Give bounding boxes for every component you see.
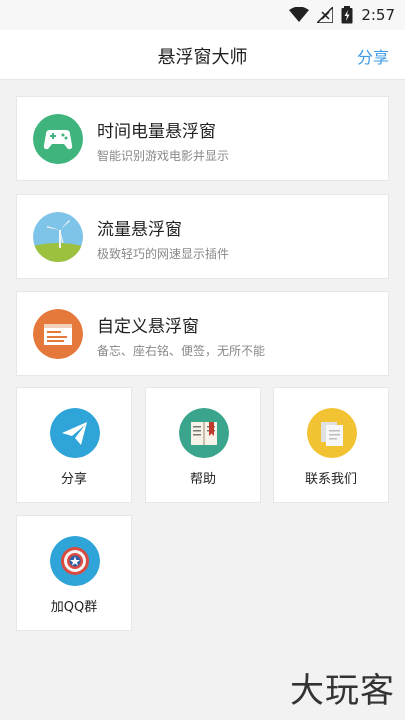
no-signal-icon	[317, 7, 334, 23]
feature-title: 自定义悬浮窗	[97, 317, 199, 337]
help-tile[interactable]: 帮助	[145, 387, 261, 503]
status-time: 2:57	[361, 6, 395, 24]
feature-card-time-battery[interactable]: 时间电量悬浮窗 智能识别游戏电影并显示	[16, 96, 389, 181]
status-bar: 2:57	[0, 0, 405, 30]
watermark: 大玩客	[290, 671, 395, 711]
feature-subtitle: 极致轻巧的网速显示插件	[97, 247, 230, 261]
paper-plane-icon	[50, 408, 100, 458]
tile-label: 分享	[60, 472, 87, 487]
share-link[interactable]: 分享	[357, 44, 389, 68]
wifi-icon	[289, 7, 310, 23]
tile-label: 帮助	[189, 472, 216, 487]
app-bar: 悬浮窗大师 分享	[0, 30, 405, 80]
windmill-icon	[33, 212, 83, 262]
contact-tile[interactable]: 联系我们	[273, 387, 389, 503]
window-icon	[33, 309, 83, 359]
gamepad-icon	[33, 114, 83, 164]
shield-star-icon	[50, 536, 100, 586]
qq-group-tile[interactable]: 加QQ群	[16, 515, 132, 631]
feature-title: 时间电量悬浮窗	[97, 122, 216, 142]
feature-subtitle: 智能识别游戏电影并显示	[97, 149, 230, 163]
contact-icon	[307, 408, 357, 458]
status-icons: 2:57	[289, 5, 395, 25]
page-title: 悬浮窗大师	[157, 47, 248, 68]
tile-label: 加QQ群	[50, 600, 98, 615]
share-tile[interactable]: 分享	[16, 387, 132, 503]
feature-card-custom[interactable]: 自定义悬浮窗 备忘、座右铭、便签，无所不能	[16, 291, 389, 376]
battery-icon	[341, 6, 353, 24]
feature-card-traffic[interactable]: 流量悬浮窗 极致轻巧的网速显示插件	[16, 194, 389, 279]
tile-label: 联系我们	[304, 472, 357, 487]
book-icon	[179, 408, 229, 458]
feature-subtitle: 备忘、座右铭、便签，无所不能	[97, 344, 266, 358]
feature-title: 流量悬浮窗	[97, 220, 182, 240]
